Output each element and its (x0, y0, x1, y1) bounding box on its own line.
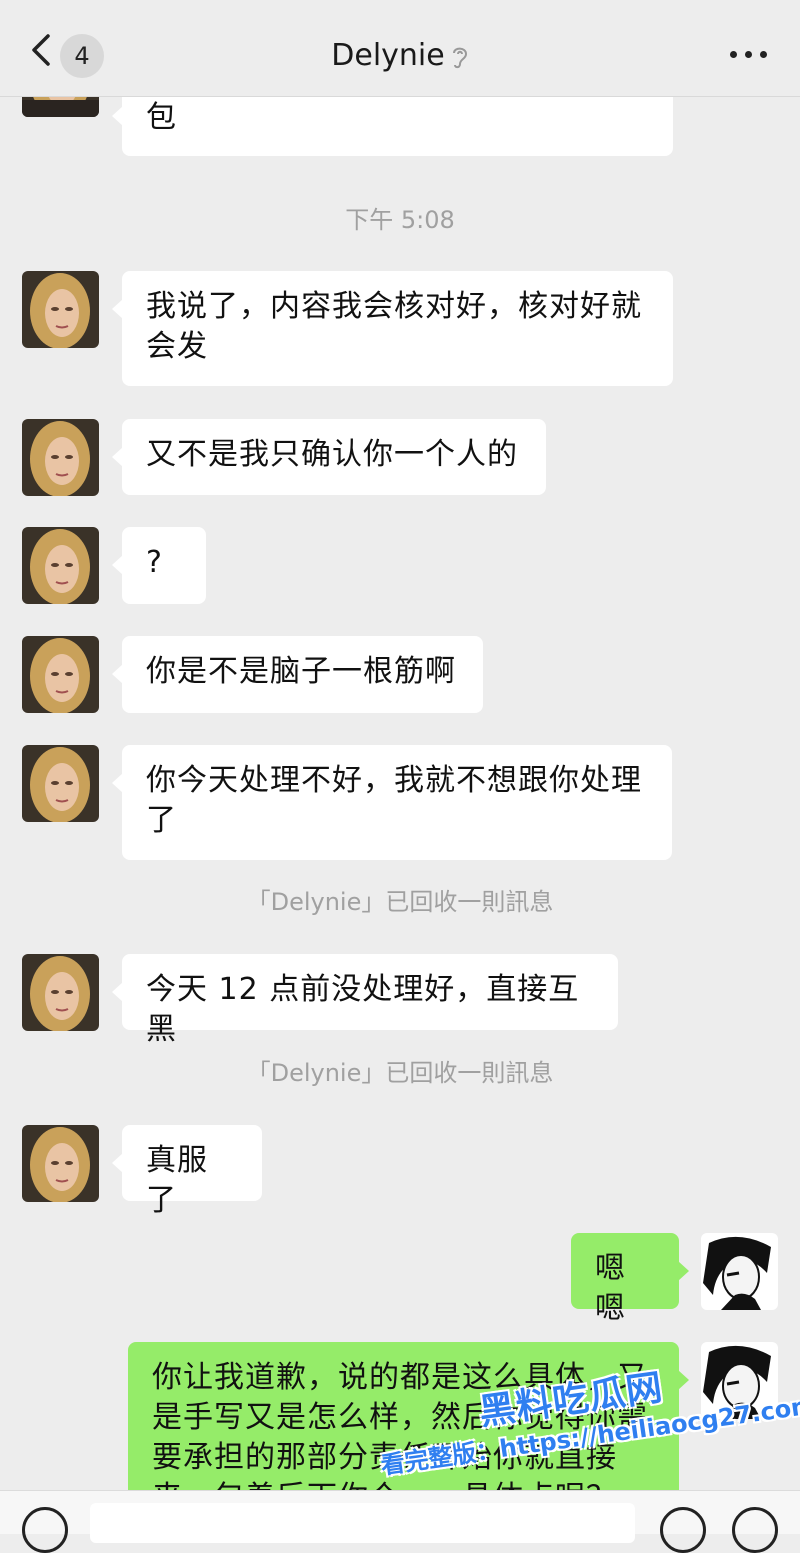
message-bubble-incoming[interactable]: 我说了，内容我会核对好，核对好就会发 (112, 271, 673, 386)
message-bubble-outgoing[interactable]: 嗯嗯 (571, 1233, 689, 1326)
user-avatar[interactable] (701, 1233, 778, 1310)
contact-avatar[interactable] (22, 954, 99, 1031)
more-dots-icon[interactable] (730, 44, 770, 64)
message-bubble-incoming[interactable]: ? (112, 527, 206, 604)
message-input[interactable] (90, 1503, 635, 1543)
message-text: 包 (146, 100, 177, 135)
recall-notice: 「Delynie」已回收一則訊息 (246, 888, 554, 916)
message-text: ? (146, 545, 163, 580)
user-avatar[interactable] (701, 1342, 778, 1419)
input-bar (0, 1490, 800, 1553)
message-text: 你是不是脑子一根筋啊 (146, 654, 456, 689)
message-bubble-incoming[interactable]: 你是不是脑子一根筋啊 (112, 636, 483, 713)
chat-title[interactable]: Delynie (0, 36, 800, 76)
timestamp: 下午 5:08 (345, 206, 455, 234)
chat-header: 4 Delynie (0, 0, 800, 97)
message-bubble-incoming[interactable]: 你今天处理不好，我就不想跟你处理了 (112, 745, 672, 860)
message-text: 真服了 (146, 1143, 208, 1218)
message-bubble-incoming[interactable]: 今天 12 点前没处理好，直接互黑 (112, 954, 618, 1047)
message-text: 你今天处理不好，我就不想跟你处理了 (146, 763, 642, 838)
message-bubble-incoming[interactable]: 又不是我只确认你一个人的 (112, 419, 546, 495)
voice-icon[interactable] (22, 1507, 68, 1553)
message-text: 今天 12 点前没处理好，直接互黑 (146, 972, 580, 1047)
contact-avatar[interactable] (22, 527, 99, 604)
contact-avatar[interactable] (22, 271, 99, 348)
message-text: 我说了，内容我会核对好，核对好就会发 (146, 289, 642, 364)
contact-avatar[interactable] (22, 636, 99, 713)
message-text: 嗯嗯 (595, 1251, 626, 1326)
contact-name: Delynie (331, 38, 445, 73)
ear-icon (452, 47, 467, 68)
message-bubble-incoming[interactable]: 真服了 (112, 1125, 262, 1218)
plus-icon[interactable] (732, 1507, 778, 1553)
emoji-icon[interactable] (660, 1507, 706, 1553)
contact-avatar[interactable] (22, 745, 99, 822)
message-text: 又不是我只确认你一个人的 (146, 437, 518, 472)
contact-avatar[interactable] (22, 419, 99, 496)
recall-notice: 「Delynie」已回收一則訊息 (246, 1059, 554, 1087)
contact-avatar[interactable] (22, 1125, 99, 1202)
